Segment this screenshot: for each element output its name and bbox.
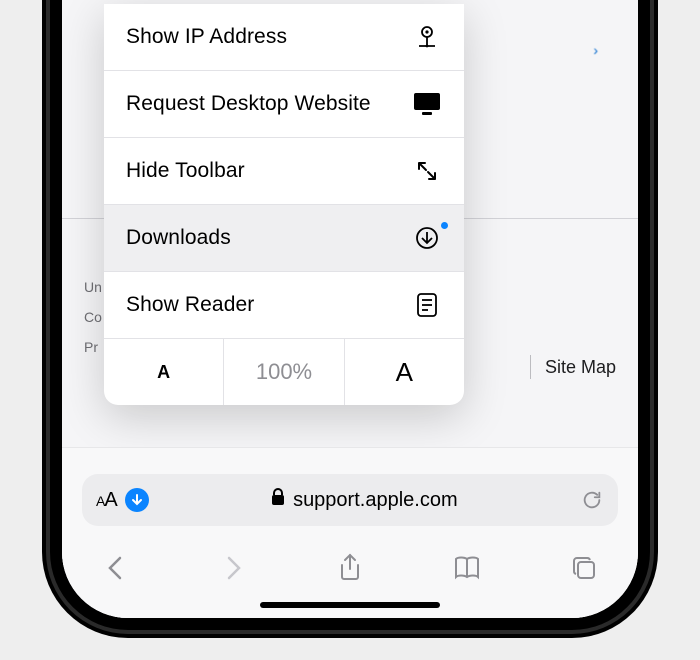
menu-item-label: Show IP Address [126, 25, 287, 49]
menu-item-show-reader[interactable]: Show Reader [104, 271, 464, 338]
zoom-level-label: 100% [223, 339, 343, 405]
tabs-button[interactable] [554, 544, 614, 592]
iphone-device-frame: › Un Co Pr Site Map Show IP Address [50, 0, 650, 630]
menu-item-label: Show Reader [126, 293, 254, 317]
download-circle-icon [412, 226, 442, 250]
ip-location-icon [412, 24, 442, 50]
reader-icon [412, 292, 442, 318]
menu-item-label: Hide Toolbar [126, 159, 245, 183]
safari-toolbar [72, 544, 628, 592]
address-host[interactable]: support.apple.com [149, 488, 580, 512]
desktop-icon [412, 92, 442, 116]
badge-dot-icon [441, 222, 448, 229]
zoom-increase-button[interactable]: A [344, 339, 464, 405]
address-bar[interactable]: AA support.apple [82, 474, 618, 526]
expand-arrows-icon [412, 159, 442, 183]
zoom-decrease-button[interactable]: A [104, 339, 223, 405]
reload-button[interactable] [580, 488, 604, 512]
home-indicator[interactable] [260, 602, 440, 608]
share-button[interactable] [320, 544, 380, 592]
menu-item-label: Request Desktop Website [126, 92, 371, 116]
menu-item-label: Downloads [126, 226, 231, 250]
menu-item-downloads[interactable]: Downloads [104, 204, 464, 271]
back-button[interactable] [86, 544, 146, 592]
menu-item-request-desktop[interactable]: Request Desktop Website [104, 70, 464, 137]
page-settings-button[interactable]: AA [96, 488, 149, 512]
lock-icon [271, 488, 285, 512]
obscured-link-hint: › [593, 42, 598, 58]
menu-item-show-ip[interactable]: Show IP Address [104, 4, 464, 70]
bookmarks-button[interactable] [437, 544, 497, 592]
text-size-icon: AA [96, 489, 117, 512]
safari-bottom-bar: AA support.apple [62, 447, 638, 618]
menu-item-hide-toolbar[interactable]: Hide Toolbar [104, 137, 464, 204]
page-actions-menu: Show IP Address Request Desktop Website [104, 4, 464, 405]
forward-button[interactable] [203, 544, 263, 592]
iphone-screen: › Un Co Pr Site Map Show IP Address [62, 0, 638, 618]
address-host-text: support.apple.com [293, 489, 458, 512]
text-zoom-bar: A 100% A [104, 338, 464, 405]
site-map-link[interactable]: Site Map [530, 355, 616, 379]
download-indicator-icon [125, 488, 149, 512]
